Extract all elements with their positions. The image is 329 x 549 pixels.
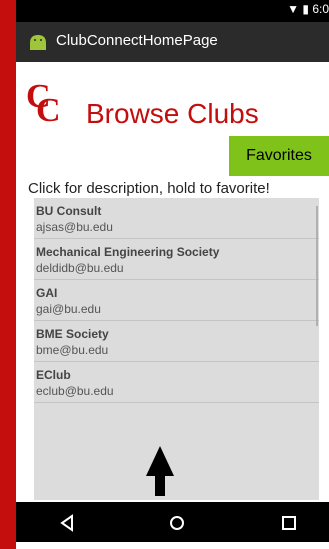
logo-letter: C [36,92,61,129]
status-icons: ▼ ▮ 6:0 [287,2,329,16]
list-item[interactable]: BME Society bme@bu.edu [34,321,319,362]
back-icon[interactable] [56,512,78,534]
club-email: ajsas@bu.edu [36,220,113,234]
club-name: EClub [36,368,71,382]
app-bar: ClubConnectHomePage [16,22,329,62]
club-email: bme@bu.edu [36,343,109,357]
scrollbar[interactable] [316,206,318,326]
wifi-icon: ▼ [287,2,300,16]
instructions-text: Click for description, hold to favorite! [28,180,270,197]
list-item[interactable]: EClub eclub@bu.edu [34,362,319,403]
page-title: Browse Clubs [86,98,259,129]
club-email: gai@bu.edu [36,302,101,316]
club-email: eclub@bu.edu [36,384,114,398]
list-item[interactable]: Mechanical Engineering Society deldidb@b… [34,239,319,280]
battery-icon: ▮ [302,2,309,16]
club-name: GAI [36,286,58,300]
club-connect-logo: C C [26,80,62,129]
list-item[interactable]: GAI gai@bu.edu [34,280,319,321]
android-icon [30,35,46,50]
favorites-button[interactable]: Favorites [229,136,329,176]
status-bar: ▼ ▮ 6:0 [16,0,329,22]
club-name: BME Society [36,327,109,341]
app-title: ClubConnectHomePage [56,32,218,49]
club-name: Mechanical Engineering Society [36,245,220,259]
recent-apps-icon[interactable] [278,512,300,534]
home-icon[interactable] [166,512,188,534]
club-email: deldidb@bu.edu [36,261,124,275]
list-item[interactable]: BU Consult ajsas@bu.edu [34,198,319,239]
club-name: BU Consult [36,204,102,218]
arrow-up-icon [146,446,174,496]
clock: 6:0 [312,2,329,16]
navigation-bar [16,502,329,542]
phone-screen: ▼ ▮ 6:0 ClubConnectHomePage C C Browse C… [16,0,329,549]
club-list[interactable]: BU Consult ajsas@bu.edu Mechanical Engin… [34,198,319,500]
